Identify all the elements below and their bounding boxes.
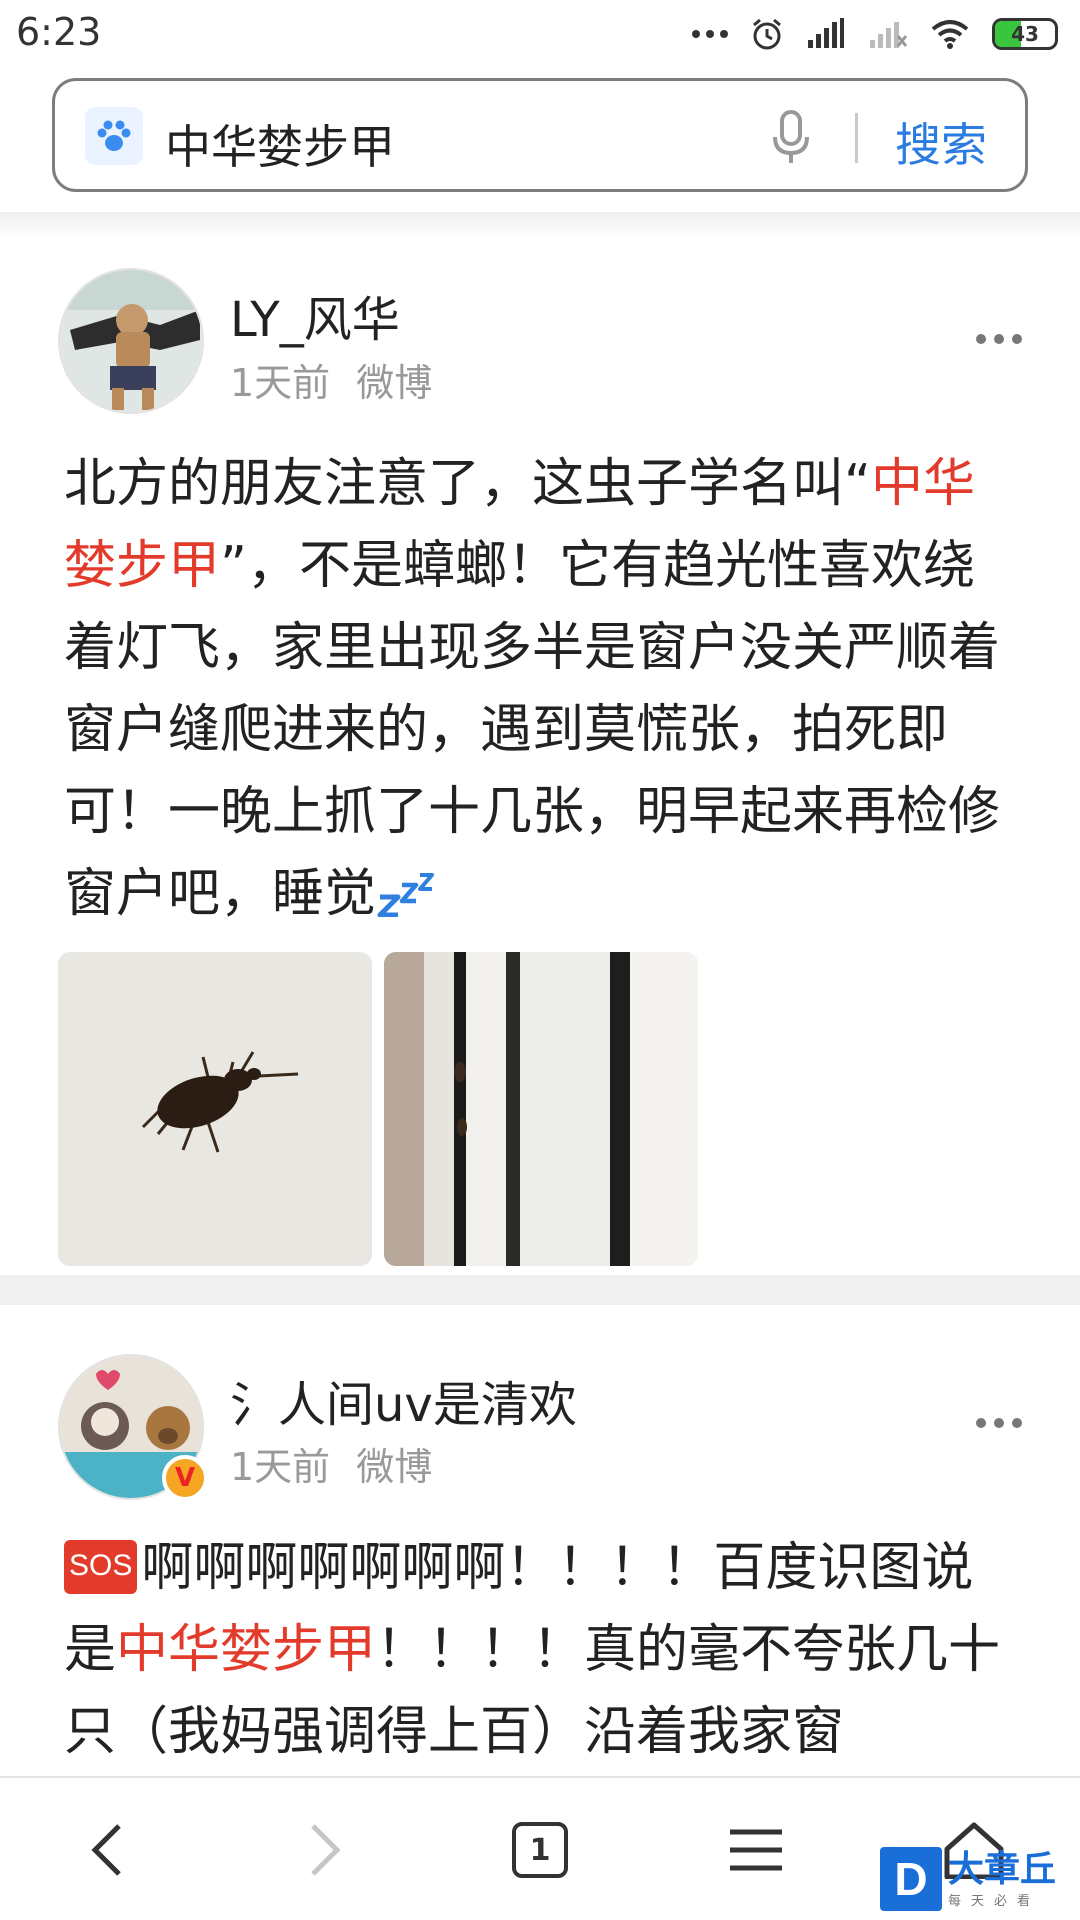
post-source: 微博 [356,361,433,405]
header-shadow [0,212,1080,238]
post-username[interactable]: 氵人间uv是清欢 [230,1365,577,1435]
more-options-icon[interactable] [976,334,1022,344]
post-source: 微博 [356,1445,433,1489]
forward-button[interactable] [256,1778,396,1920]
signal-weak-icon [870,22,908,48]
search-input[interactable]: 中华婪步甲 [165,111,395,177]
post-images [58,952,698,1266]
post-text-part1: 北方的朋友注意了，这虫子学名叫“ [64,454,871,514]
tab-count: 1 [512,1822,568,1878]
post-meta: 1天前 微博 [230,1436,432,1491]
watermark-subtitle: 每天必看 [948,1893,1041,1909]
status-icons: 43 [692,14,1058,54]
post-content: SOS 啊啊啊啊啊啊啊！！！！百度识图说是中华婪步甲！！！！真的毫不夸张几十只（我… [64,1527,1024,1773]
watermark-title: 大章丘 [948,1848,1057,1890]
sos-emoji-icon: SOS [64,1540,138,1594]
post-image-window[interactable] [384,952,698,1266]
battery-level: 43 [1011,22,1039,46]
watermark-text: 大章丘 每天必看 [948,1848,1057,1909]
chevron-left-icon [91,1824,121,1876]
post-time: 1天前 [230,361,331,405]
signal-icon [808,18,844,48]
more-notifications-icon [692,30,728,38]
alarm-icon [753,18,781,50]
verified-badge-icon: V [162,1455,208,1501]
search-divider [855,113,858,163]
status-time: 6:23 [16,10,102,54]
status-bar: 6:23 43 [0,0,1080,68]
chevron-right-icon [311,1824,341,1876]
site-watermark: D 大章丘 每天必看 [880,1838,1080,1920]
sleep-zzz-icon [377,873,435,918]
post-divider [0,1275,1080,1305]
watermark-logo-icon: D [880,1847,942,1911]
post-content: 北方的朋友注意了，这虫子学名叫“中华婪步甲”，不是蟑螂！它有趋光性喜欢绕着灯飞，… [64,443,1024,935]
microphone-icon[interactable] [771,109,811,165]
wifi-icon [931,20,969,49]
menu-icon [730,1829,782,1871]
post-time: 1天前 [230,1445,331,1489]
search-button[interactable]: 搜索 [895,109,987,175]
search-bar[interactable]: 中华婪步甲 搜索 [52,78,1028,192]
post-highlight-link[interactable]: 中华婪步甲 [116,1620,376,1680]
more-options-icon[interactable] [976,1418,1022,1428]
baidu-paw-icon [85,107,143,165]
post-image-beetle[interactable] [58,952,372,1266]
menu-button[interactable] [686,1778,826,1920]
battery-icon: 43 [992,18,1058,50]
post-meta: 1天前 微博 [230,352,432,407]
post-username[interactable]: LY_风华 [230,280,400,350]
avatar[interactable] [58,268,204,414]
back-button[interactable] [36,1778,176,1920]
tabs-button[interactable]: 1 [470,1778,610,1920]
